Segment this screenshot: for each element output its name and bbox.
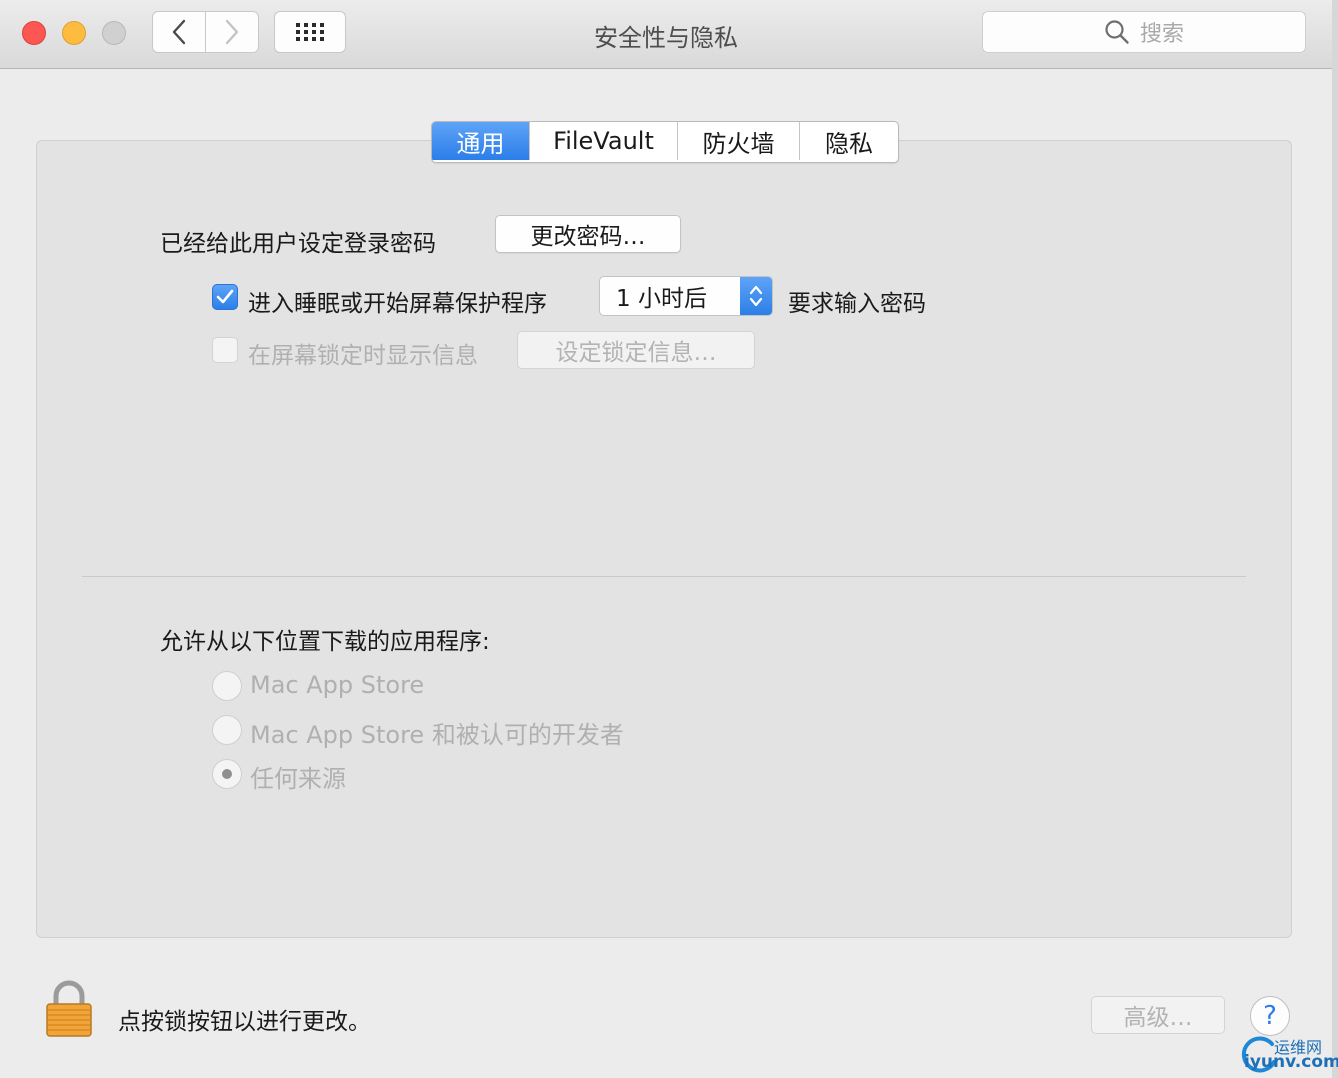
- tab-firewall[interactable]: 防火墙: [678, 122, 800, 160]
- tab-general[interactable]: 通用: [432, 122, 530, 160]
- radio-anywhere[interactable]: [212, 759, 242, 789]
- search-icon: [1105, 20, 1129, 44]
- require-password-suffix: 要求输入密码: [788, 291, 926, 317]
- search-placeholder: 搜索: [1139, 22, 1184, 47]
- divider: [82, 576, 1246, 577]
- lock-icon[interactable]: [44, 980, 94, 1038]
- lock-message-checkbox[interactable]: [212, 337, 238, 363]
- search-input[interactable]: 搜索: [982, 11, 1306, 53]
- watermark-logo: 运维网 iyunv.com: [1236, 1030, 1338, 1076]
- require-password-checkbox[interactable]: [212, 284, 238, 310]
- radio-mac-app-store-label: Mac App Store: [250, 671, 425, 699]
- password-delay-select[interactable]: 1 小时后: [599, 276, 773, 316]
- checkmark-icon: [216, 289, 234, 304]
- change-password-button[interactable]: 更改密码…: [495, 215, 681, 253]
- require-password-label: 进入睡眠或开始屏幕保护程序: [248, 291, 547, 317]
- tab-bar: 通用 FileVault 防火墙 隐私: [431, 121, 899, 163]
- watermark-bottom-text: iyunv.com: [1244, 1052, 1338, 1072]
- advanced-button[interactable]: 高级…: [1091, 996, 1225, 1034]
- downloads-heading: 允许从以下位置下载的应用程序:: [160, 629, 490, 655]
- set-lock-message-button[interactable]: 设定锁定信息…: [517, 331, 755, 369]
- window: 安全性与隐私 搜索 通用 FileVault 防火墙 隐私 已经给此用户设定登录…: [0, 0, 1338, 1078]
- radio-mac-app-store[interactable]: [212, 671, 242, 701]
- updown-arrows-icon: [740, 277, 772, 315]
- lock-message-label: 在屏幕锁定时显示信息: [248, 343, 478, 369]
- password-set-label: 已经给此用户设定登录密码: [160, 231, 436, 257]
- tab-filevault[interactable]: FileVault: [530, 122, 678, 160]
- title-bar: 安全性与隐私 搜索: [0, 0, 1332, 69]
- radio-identified-developers[interactable]: [212, 715, 242, 745]
- tab-privacy[interactable]: 隐私: [800, 122, 898, 160]
- content-panel: [36, 140, 1292, 938]
- radio-anywhere-label: 任何来源: [250, 765, 346, 793]
- radio-selected-dot: [222, 769, 232, 779]
- lock-instruction-text: 点按锁按钮以进行更改。: [118, 1009, 371, 1035]
- password-delay-value: 1 小时后: [616, 286, 707, 312]
- radio-identified-developers-label: Mac App Store 和被认可的开发者: [250, 721, 624, 749]
